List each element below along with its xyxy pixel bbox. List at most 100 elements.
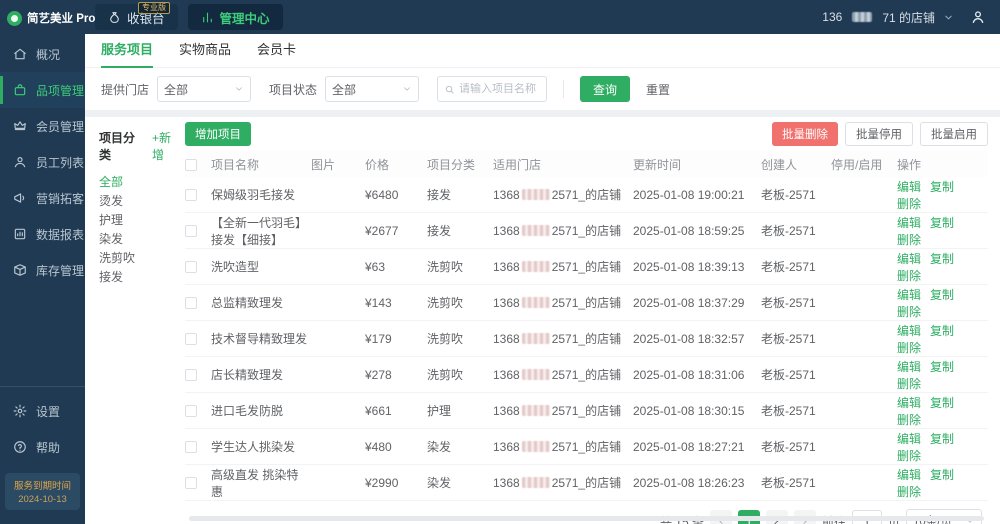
sidebar-item-4[interactable]: 员工列表	[0, 144, 85, 180]
sidebar-item[interactable]: 设置	[0, 393, 85, 429]
edit-link[interactable]: 编辑	[897, 180, 921, 194]
row-actions: 编辑 复制删除	[897, 214, 988, 248]
category-item[interactable]: 染发	[99, 230, 181, 249]
item-store: 1368 2571_的店铺	[493, 224, 622, 238]
table-row: 洗吹造型 ¥63 洗剪吹 1368 2571_的店铺 2025-01-08 18:…	[185, 249, 988, 285]
edit-link[interactable]: 编辑	[897, 288, 921, 302]
delete-link[interactable]: 删除	[897, 485, 921, 499]
copy-link[interactable]: 复制	[930, 396, 954, 410]
horizontal-scrollbar[interactable]	[189, 516, 984, 521]
edit-link[interactable]: 编辑	[897, 432, 921, 446]
edit-link[interactable]: 编辑	[897, 360, 921, 374]
category-item[interactable]: 烫发	[99, 192, 181, 211]
select-all-checkbox[interactable]	[185, 158, 197, 171]
delete-link[interactable]: 删除	[897, 377, 921, 391]
censored-digits	[521, 189, 550, 200]
edit-link[interactable]: 编辑	[897, 252, 921, 266]
delete-link[interactable]: 删除	[897, 413, 921, 427]
row-actions: 编辑 复制删除	[897, 322, 988, 356]
user-avatar-icon[interactable]	[970, 9, 986, 25]
row-checkbox[interactable]	[185, 405, 197, 418]
item-creator: 老板-2571	[761, 404, 816, 418]
copy-link[interactable]: 复制	[930, 360, 954, 374]
delete-link[interactable]: 删除	[897, 305, 921, 319]
item-name: 【全新一代羽毛】接发【细接】	[211, 215, 308, 247]
delete-link[interactable]: 删除	[897, 449, 921, 463]
sidebar-item-2[interactable]: 品项管理	[0, 72, 85, 108]
main-content: 服务项目 实物商品 会员卡 提供门店 全部 项目状态 全部 查询 重置 项目分类…	[85, 34, 1000, 524]
row-checkbox[interactable]	[185, 189, 197, 202]
batch-delete-button[interactable]: 批量删除	[772, 122, 838, 146]
category-item[interactable]: 接发	[99, 268, 181, 287]
batch-enable-button[interactable]: 批量启用	[920, 122, 988, 146]
row-checkbox[interactable]	[185, 333, 197, 346]
topbar-tab[interactable]: 管理中心	[187, 4, 283, 30]
crown-icon	[13, 119, 27, 133]
sidebar-item-5[interactable]: 营销拓客	[0, 180, 85, 216]
delete-link[interactable]: 删除	[897, 233, 921, 247]
sidebar-item[interactable]: 帮助	[0, 429, 85, 465]
column-header: 停用/启用	[831, 157, 883, 172]
account-menu[interactable]: 136 71 的店铺	[822, 9, 986, 26]
filter-row: 提供门店 全部 项目状态 全部 查询 重置	[85, 74, 1000, 104]
content-tab[interactable]: 服务项目	[101, 34, 154, 68]
edit-link[interactable]: 编辑	[897, 468, 921, 482]
item-store: 1368 2571_的店铺	[493, 260, 622, 274]
add-category-button[interactable]: +新增	[152, 129, 181, 163]
delete-link[interactable]: 删除	[897, 269, 921, 283]
category-item[interactable]: 洗剪吹	[99, 249, 181, 268]
category-panel-title: 项目分类	[99, 131, 136, 162]
gear-icon	[13, 404, 27, 418]
item-name: 保姆级羽毛接发	[211, 188, 296, 202]
copy-link[interactable]: 复制	[930, 252, 954, 266]
table-row: 技术督导精致理发 ¥179 洗剪吹 1368 2571_的店铺 2025-01-0…	[185, 321, 988, 357]
item-category: 护理	[427, 404, 452, 418]
delete-link[interactable]: 删除	[897, 197, 921, 211]
delete-link[interactable]: 删除	[897, 341, 921, 355]
batch-disable-button[interactable]: 批量停用	[845, 122, 913, 146]
content-tab[interactable]: 实物商品	[179, 34, 231, 68]
category-item[interactable]: 护理	[99, 211, 181, 230]
row-checkbox[interactable]	[185, 225, 197, 238]
row-checkbox[interactable]	[185, 297, 197, 310]
app-logo: 简艺美业 Pro	[0, 0, 95, 36]
content-tabs: 服务项目 实物商品 会员卡	[85, 34, 1000, 68]
app-name: 简艺美业 Pro	[27, 13, 96, 25]
column-header: 操作	[897, 157, 922, 172]
reset-button[interactable]: 重置	[638, 76, 679, 102]
add-item-button[interactable]: 增加项目	[185, 122, 251, 146]
search-button[interactable]: 查询	[580, 76, 631, 102]
copy-link[interactable]: 复制	[930, 432, 954, 446]
edit-link[interactable]: 编辑	[897, 396, 921, 410]
copy-link[interactable]: 复制	[930, 468, 954, 482]
table-row: 【全新一代羽毛】接发【细接】 ¥2677 接发 1368 2571_的店铺 202…	[185, 213, 988, 249]
row-checkbox[interactable]	[185, 441, 197, 454]
copy-link[interactable]: 复制	[930, 180, 954, 194]
version-badge: 专业版	[138, 2, 170, 14]
search-input[interactable]	[459, 83, 541, 95]
store-filter-select[interactable]: 全部	[157, 76, 252, 102]
logo-icon	[7, 10, 22, 26]
item-price: ¥6480	[365, 187, 399, 202]
copy-link[interactable]: 复制	[930, 324, 954, 338]
copy-link[interactable]: 复制	[930, 288, 954, 302]
sidebar: 简艺美业 Pro 概况 品项管理 会员管理 员工列表 营销拓客 数据报表 库存管…	[0, 0, 95, 524]
content-tab[interactable]: 会员卡	[257, 34, 296, 68]
column-header: 价格	[365, 157, 390, 172]
row-checkbox[interactable]	[185, 261, 197, 274]
row-checkbox[interactable]	[185, 477, 197, 490]
sidebar-item-3[interactable]: 会员管理	[0, 108, 85, 144]
megaphone-icon	[13, 191, 27, 205]
status-filter-select[interactable]: 全部	[325, 76, 420, 102]
moneybag-icon	[108, 11, 121, 24]
category-item[interactable]: 全部	[99, 173, 181, 192]
sidebar-item-6[interactable]: 数据报表	[0, 216, 85, 252]
item-price: ¥63	[365, 259, 386, 274]
edit-link[interactable]: 编辑	[897, 216, 921, 230]
item-price: ¥143	[365, 295, 392, 310]
copy-link[interactable]: 复制	[930, 216, 954, 230]
sidebar-item-1[interactable]: 概况	[0, 36, 85, 72]
row-checkbox[interactable]	[185, 369, 197, 382]
sidebar-item-7[interactable]: 库存管理	[0, 252, 85, 288]
edit-link[interactable]: 编辑	[897, 324, 921, 338]
